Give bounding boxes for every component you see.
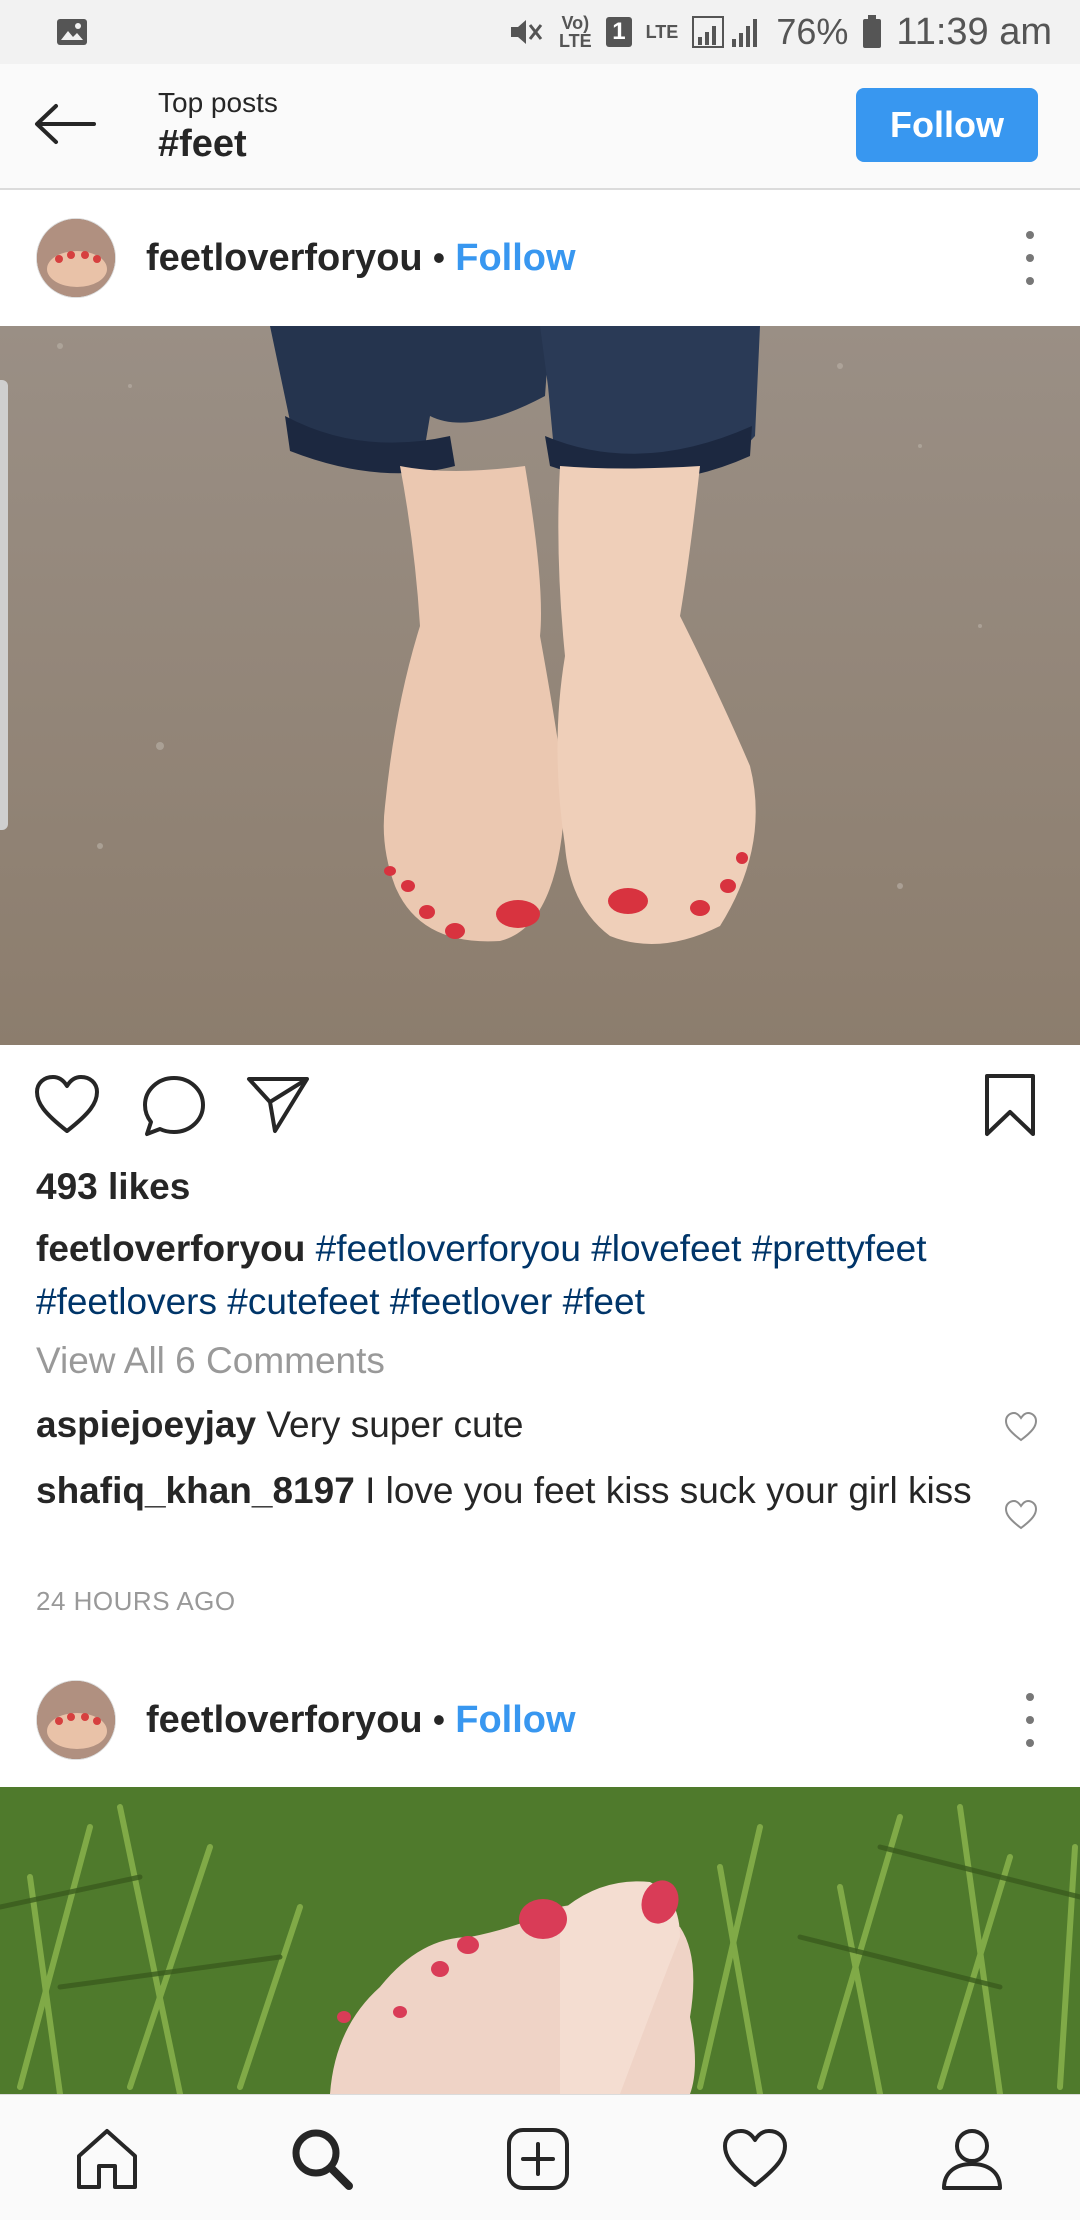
comment-username[interactable]: aspiejoeyjay bbox=[36, 1404, 256, 1445]
hashtag-link[interactable]: #feetlovers bbox=[36, 1281, 217, 1322]
battery-percent: 76% bbox=[776, 11, 849, 52]
avatar[interactable] bbox=[36, 1680, 116, 1760]
back-button[interactable] bbox=[0, 63, 130, 189]
post-username[interactable]: feetloverforyou bbox=[146, 1699, 423, 1742]
post-image[interactable] bbox=[0, 326, 1080, 1045]
clock: 11:39 am bbox=[896, 10, 1052, 53]
comment-text: I love you feet kiss suck your girl kiss bbox=[365, 1470, 972, 1511]
search-icon[interactable] bbox=[284, 2121, 360, 2197]
paper-plane-icon[interactable] bbox=[246, 1075, 310, 1140]
battery-icon bbox=[862, 15, 882, 49]
post-header: feetloverforyou • Follow bbox=[0, 1653, 1080, 1787]
add-post-icon[interactable] bbox=[500, 2121, 576, 2197]
volte-indicator: Vo) LTE bbox=[558, 13, 592, 51]
separator-dot: • bbox=[432, 1699, 446, 1740]
hashtag-link[interactable]: #cutefeet bbox=[227, 1281, 379, 1322]
lte-indicator: LTE bbox=[645, 22, 679, 42]
comment-item: shafiq_khan_8197 I love you feet kiss su… bbox=[36, 1464, 996, 1517]
separator-dot: • bbox=[432, 237, 446, 278]
hashtag-link[interactable]: #prettyfeet bbox=[752, 1228, 927, 1269]
post-timestamp: 24 HOURS AGO bbox=[36, 1586, 236, 1616]
heart-icon[interactable] bbox=[1004, 1499, 1038, 1535]
caption-username[interactable]: feetloverforyou bbox=[36, 1228, 305, 1269]
page-title: #feet bbox=[158, 122, 247, 165]
top-bar: Top posts #feet Follow bbox=[0, 64, 1080, 190]
comment-username[interactable]: shafiq_khan_8197 bbox=[36, 1470, 355, 1511]
post-follow-button[interactable]: Follow bbox=[455, 1699, 575, 1742]
home-icon[interactable] bbox=[69, 2121, 145, 2197]
hashtag-link[interactable]: #lovefeet bbox=[591, 1228, 741, 1269]
heart-icon[interactable] bbox=[1004, 1411, 1038, 1447]
status-bar: Vo) LTE 1 LTE 76% 11:39 am bbox=[0, 0, 1080, 64]
more-vertical-icon[interactable] bbox=[1020, 1693, 1040, 1747]
heart-icon[interactable] bbox=[34, 1075, 100, 1140]
sim-indicator: 1 bbox=[606, 17, 632, 47]
scroll-indicator bbox=[0, 380, 8, 830]
comment-text: Very super cute bbox=[266, 1404, 524, 1445]
view-all-comments-link[interactable]: View All 6 Comments bbox=[36, 1340, 385, 1382]
image-icon bbox=[56, 18, 88, 46]
bottom-nav bbox=[0, 2094, 1080, 2220]
post-follow-button[interactable]: Follow bbox=[455, 237, 575, 280]
likes-count[interactable]: 493 likes bbox=[36, 1166, 190, 1208]
hashtag-link[interactable]: #feet bbox=[563, 1281, 645, 1322]
mute-icon bbox=[508, 16, 544, 48]
signal-icon bbox=[692, 15, 762, 49]
hashtag-link[interactable]: #feetlover bbox=[390, 1281, 553, 1322]
hashtag-link[interactable]: #feetloverforyou bbox=[316, 1228, 581, 1269]
post-header: feetloverforyou • Follow bbox=[0, 191, 1080, 325]
profile-icon[interactable] bbox=[934, 2121, 1010, 2197]
post-caption: feetloverforyou #feetloverforyou #lovefe… bbox=[36, 1222, 1046, 1328]
arrow-left-icon bbox=[32, 102, 98, 151]
comment-bubble-icon[interactable] bbox=[142, 1075, 206, 1142]
post-image[interactable] bbox=[0, 1787, 1080, 2094]
comment-item: aspiejoeyjay Very super cute bbox=[36, 1398, 996, 1451]
activity-heart-icon[interactable] bbox=[717, 2121, 793, 2197]
avatar[interactable] bbox=[36, 218, 116, 298]
header-subtitle: Top posts bbox=[158, 86, 278, 118]
bookmark-icon[interactable] bbox=[984, 1073, 1036, 1142]
more-vertical-icon[interactable] bbox=[1020, 231, 1040, 285]
post-actions bbox=[0, 1045, 1080, 1165]
post-username[interactable]: feetloverforyou bbox=[146, 237, 423, 280]
follow-hashtag-button[interactable]: Follow bbox=[856, 88, 1038, 162]
